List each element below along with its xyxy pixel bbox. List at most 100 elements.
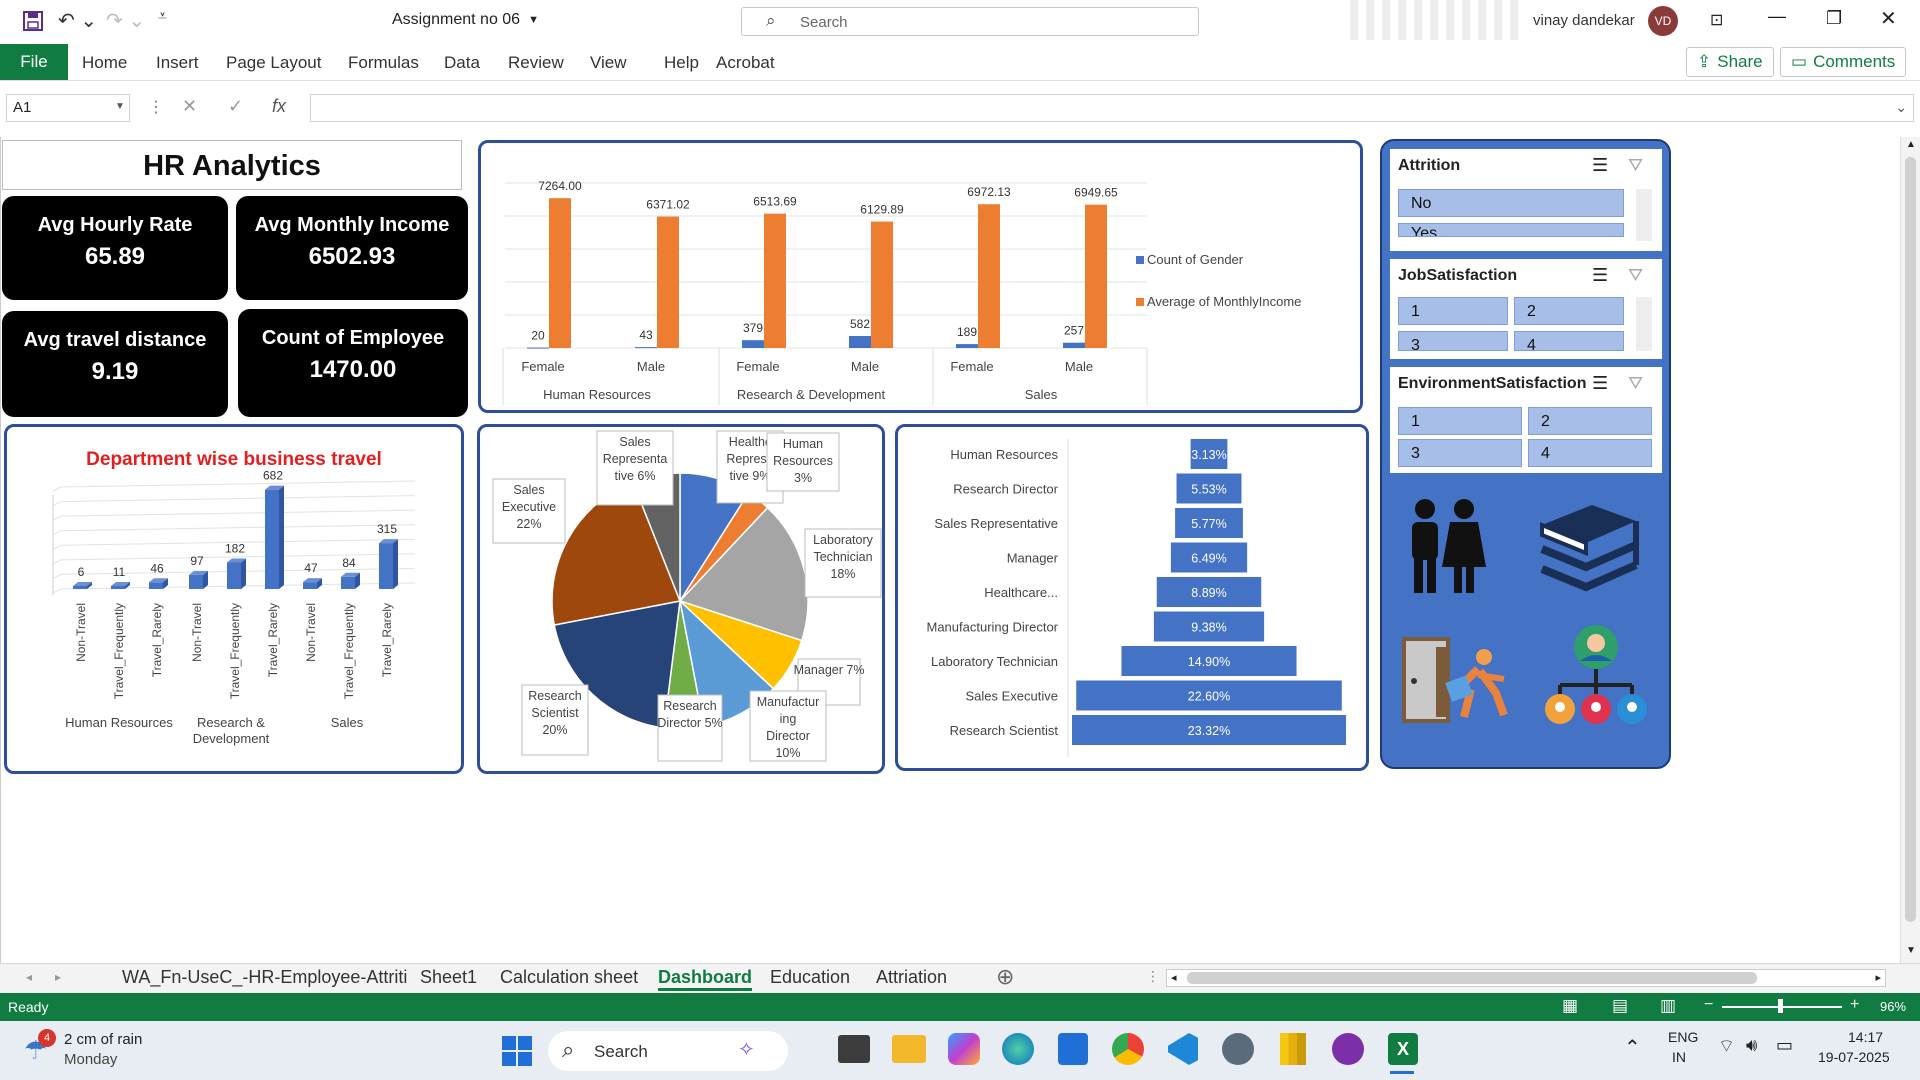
tab-home[interactable]: Home (82, 53, 127, 73)
chevron-up-icon[interactable]: ⌃ (1624, 1035, 1641, 1060)
sheet-tab[interactable]: Calculation sheet (500, 967, 638, 988)
windows-start-icon[interactable] (502, 1036, 532, 1066)
zoom-slider-thumb[interactable] (1778, 999, 1783, 1013)
task-view-icon[interactable] (838, 1035, 870, 1063)
normal-view-icon[interactable]: ▦ (1562, 996, 1578, 1016)
scroll-up-icon[interactable]: ▲ (1906, 139, 1916, 150)
zoom-out-icon[interactable]: − (1704, 996, 1713, 1014)
tab-scroll-right-icon[interactable]: ▸ (55, 970, 61, 984)
multi-select-icon[interactable]: ☰ (1592, 373, 1608, 394)
slicer-scrollbar[interactable] (1636, 189, 1652, 241)
cancel-icon[interactable]: ✕ (182, 96, 197, 117)
wifi-icon[interactable]: ⌔ (1718, 1035, 1735, 1058)
multi-select-icon[interactable]: ☰ (1592, 265, 1608, 286)
slicer-attrition[interactable]: Attrition ☰ ⛛ No Yes (1390, 149, 1662, 251)
save-icon[interactable] (22, 10, 44, 32)
tab-insert[interactable]: Insert (156, 53, 199, 73)
redo-icon[interactable]: ↷ ⌄ (106, 8, 145, 33)
copilot-icon[interactable] (948, 1033, 980, 1065)
more-options-icon[interactable]: ⋮ (148, 97, 164, 117)
clock-time[interactable]: 14:17 (1848, 1029, 1883, 1045)
gender-income-chart-frame[interactable]: 20 43 379 582 189 257 7264.00 6371.02 6513.69 612… (478, 140, 1363, 413)
vertical-scroll-thumb[interactable] (1905, 157, 1916, 922)
travel-chart-frame[interactable]: Department wise business travel 6 Non-Trav… (4, 424, 464, 774)
scroll-down-icon[interactable]: ▼ (1906, 945, 1916, 956)
slicer-item[interactable]: 3 (1398, 439, 1522, 467)
attrition-rate-chart-frame[interactable]: 3.13% Human Resources 5.53% Research Direct… (895, 424, 1369, 771)
formula-input[interactable]: ⌄ (310, 94, 1914, 122)
sheet-tab[interactable]: Attriation (876, 967, 947, 988)
slicer-jobsatisfaction[interactable]: JobSatisfaction ☰ ⛛ 1 2 3 4 (1390, 259, 1662, 359)
multi-select-icon[interactable]: ☰ (1592, 155, 1608, 176)
zoom-level[interactable]: 96% (1880, 999, 1906, 1014)
page-layout-view-icon[interactable]: ▤ (1612, 996, 1628, 1016)
tab-help[interactable]: Help (664, 53, 699, 73)
slicer-item[interactable]: 1 (1398, 407, 1522, 435)
document-title[interactable]: Assignment no 06 ▼ (392, 11, 539, 29)
minimize-icon[interactable]: — (1768, 6, 1786, 27)
taskbar-search[interactable]: ⌕ Search ✧ (548, 1031, 788, 1071)
slicer-environmentsatisfaction[interactable]: EnvironmentSatisfaction ☰ ⛛ 1 2 3 4 (1390, 367, 1662, 473)
settings-icon[interactable] (1222, 1033, 1254, 1065)
restore-icon[interactable]: ❐ (1826, 8, 1842, 29)
enter-icon[interactable]: ✓ (228, 96, 243, 117)
add-sheet-icon[interactable]: ⊕ (996, 964, 1014, 990)
comments-button[interactable]: ▭ Comments (1780, 47, 1907, 77)
zoom-in-icon[interactable]: + (1850, 996, 1859, 1014)
slicer-scrollbar[interactable] (1636, 297, 1652, 351)
store-icon[interactable] (1058, 1033, 1088, 1065)
share-button[interactable]: ⇪ Share (1686, 47, 1774, 77)
horizontal-scroll-thumb[interactable] (1187, 972, 1757, 984)
vscode-icon[interactable] (1168, 1033, 1198, 1065)
clear-filter-icon[interactable]: ⛛ (1628, 265, 1643, 286)
insert-function-icon[interactable]: fx (272, 96, 286, 117)
slicer-item[interactable]: Yes (1398, 223, 1624, 237)
scroll-left-icon[interactable]: ◂ (1171, 971, 1177, 984)
vertical-scrollbar[interactable]: ▲ ▼ (1900, 137, 1920, 963)
customize-toolbar-icon[interactable]: ⩡ (158, 8, 167, 26)
slicer-item[interactable]: 4 (1514, 331, 1624, 351)
slicer-item[interactable]: No (1398, 189, 1624, 217)
page-break-view-icon[interactable]: ▥ (1660, 996, 1676, 1016)
tab-page-layout[interactable]: Page Layout (226, 53, 321, 73)
github-icon[interactable] (1332, 1033, 1364, 1065)
slicer-item[interactable]: 3 (1398, 331, 1508, 351)
tab-view[interactable]: View (590, 53, 627, 73)
avatar[interactable]: VD (1648, 6, 1678, 36)
scroll-right-icon[interactable]: ▸ (1875, 971, 1881, 984)
sheet-tab[interactable]: Sheet1 (420, 967, 477, 988)
slicer-item[interactable]: 4 (1528, 439, 1652, 467)
sheet-tab[interactable]: Education (770, 967, 850, 988)
search-box[interactable]: ⌕ Search (741, 7, 1199, 36)
tab-file[interactable]: File (0, 44, 68, 80)
battery-icon[interactable]: ▭ (1776, 1035, 1793, 1056)
clear-filter-icon[interactable]: ⛛ (1628, 155, 1643, 176)
chrome-icon[interactable] (1112, 1033, 1144, 1065)
horizontal-scrollbar[interactable]: ◂ ▸ (1166, 969, 1886, 987)
power-bi-icon[interactable] (1280, 1033, 1306, 1065)
tab-data[interactable]: Data (444, 53, 480, 73)
ribbon-display-icon[interactable]: ⊡ (1710, 10, 1723, 30)
volume-icon[interactable]: 🔊︎ (1746, 1035, 1757, 1056)
undo-icon[interactable]: ↶ ⌄ (58, 8, 97, 33)
clear-filter-icon[interactable]: ⛛ (1628, 373, 1643, 394)
excel-icon[interactable]: X (1388, 1033, 1418, 1065)
slicer-item[interactable]: 2 (1514, 297, 1624, 325)
slicer-item[interactable]: 2 (1528, 407, 1652, 435)
file-explorer-icon[interactable] (892, 1035, 926, 1063)
sheet-tab[interactable]: Dashboard (658, 967, 753, 991)
tab-split-handle-icon[interactable]: ⋮ (1146, 968, 1160, 985)
expand-formula-icon[interactable]: ⌄ (1895, 99, 1907, 116)
edge-icon[interactable] (1002, 1033, 1034, 1065)
weather-text[interactable]: 2 cm of rain (64, 1031, 142, 1048)
slicer-item[interactable]: 1 (1398, 297, 1508, 325)
tab-acrobat[interactable]: Acrobat (716, 53, 775, 73)
jobrole-pie-frame[interactable]: Healthc Represe tive 9% Human Resources 3% Lab… (477, 424, 885, 774)
tab-scroll-left-icon[interactable]: ◂ (26, 970, 32, 984)
tab-review[interactable]: Review (508, 53, 564, 73)
language-top[interactable]: ENG (1668, 1029, 1698, 1045)
close-icon[interactable]: ✕ (1880, 6, 1897, 31)
name-box[interactable]: A1 ▼ (6, 94, 130, 122)
sheet-tab[interactable]: WA_Fn-UseC_-HR-Employee-Attriti (122, 967, 407, 988)
tab-formulas[interactable]: Formulas (348, 53, 419, 73)
